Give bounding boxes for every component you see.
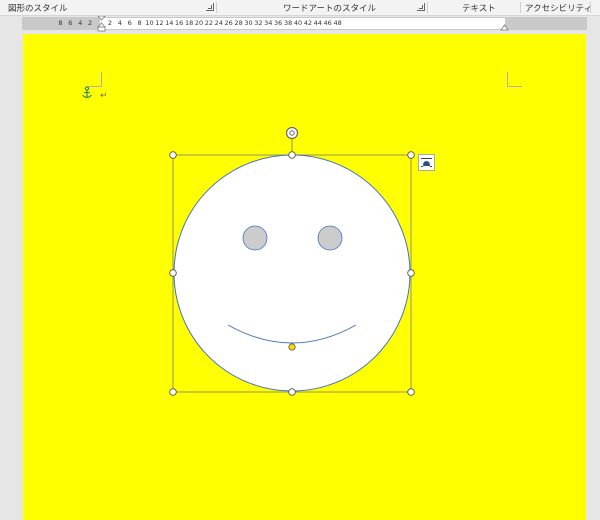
group-separator xyxy=(427,2,428,13)
resize-handle-left[interactable] xyxy=(169,269,177,277)
ruler-number: 18 xyxy=(184,19,194,27)
ruler-number: 6 xyxy=(127,19,132,27)
ruler-number: 30 xyxy=(244,19,253,27)
ruler-number: 26 xyxy=(224,19,233,27)
layout-options-button[interactable] xyxy=(418,154,435,171)
ruler-number: 28 xyxy=(234,19,243,27)
ruler-number: 14 xyxy=(165,19,174,27)
group-separator xyxy=(590,2,591,13)
wordart-styles-launcher-icon[interactable] xyxy=(417,3,425,11)
indent-marker-icon[interactable] xyxy=(97,16,106,32)
ruler-number: 20 xyxy=(194,19,204,27)
ruler-number: 34 xyxy=(264,19,273,27)
ruler-number: 12 xyxy=(155,19,164,27)
face-circle[interactable] xyxy=(173,154,411,392)
ruler-number: 6 xyxy=(68,19,73,27)
ruler-number: 10 xyxy=(145,19,154,27)
resize-handle-top-right[interactable] xyxy=(407,151,415,159)
ruler-number: 36 xyxy=(274,19,283,27)
ruler-right-margin xyxy=(505,18,586,29)
resize-handle-bottom-left[interactable] xyxy=(169,388,177,396)
ruler-number: 42 xyxy=(303,19,313,27)
ruler-number: 22 xyxy=(204,19,214,27)
resize-handle-right[interactable] xyxy=(407,269,415,277)
ruler-number: 44 xyxy=(313,19,322,27)
left-eye xyxy=(242,225,268,251)
ruler-number: 8 xyxy=(137,19,142,27)
resize-handle-bottom-right[interactable] xyxy=(407,388,415,396)
document-page[interactable]: ↵ xyxy=(23,34,586,520)
ruler-number: 38 xyxy=(283,19,293,27)
group-separator xyxy=(216,2,217,13)
adjust-handle[interactable] xyxy=(288,343,296,351)
resize-handle-top[interactable] xyxy=(288,151,296,159)
group-separator xyxy=(520,2,521,13)
ruler-number: 8 xyxy=(58,19,63,27)
ruler-number: 40 xyxy=(293,19,303,27)
ruler-number: 48 xyxy=(333,19,342,27)
ruler-number: 4 xyxy=(78,19,83,27)
ruler-number: 16 xyxy=(175,19,184,27)
smiley-face-shape[interactable] xyxy=(23,34,586,520)
horizontal-ruler[interactable]: 8 6 4 2 2 4 6 8 10 12 14 16 18 20 22 24 26 28 30 32 34 36 38 40… xyxy=(0,16,600,32)
group-label-text: テキスト xyxy=(462,4,496,14)
group-label-shape-styles: 図形のスタイル xyxy=(8,4,68,14)
ruler-number: 24 xyxy=(214,19,223,27)
right-eye xyxy=(317,225,343,251)
ruler-number: 46 xyxy=(323,19,332,27)
resize-handle-bottom[interactable] xyxy=(288,388,296,396)
group-label-accessibility: アクセシビリティ xyxy=(525,4,593,14)
ruler-number: 2 xyxy=(107,19,112,27)
ruler-number: 2 xyxy=(88,19,93,27)
resize-handle-top-left[interactable] xyxy=(169,151,177,159)
layout-options-icon xyxy=(421,158,432,167)
ribbon-group-labels: 図形のスタイル ワードアートのスタイル テキスト アクセシビリティ xyxy=(0,0,600,16)
ruler-number: 32 xyxy=(254,19,263,27)
right-indent-marker-icon[interactable] xyxy=(500,23,509,31)
shape-styles-launcher-icon[interactable] xyxy=(206,3,214,11)
group-label-wordart-styles: ワードアートのスタイル xyxy=(283,4,376,14)
rotate-handle-icon[interactable] xyxy=(285,126,299,140)
ruler-number: 4 xyxy=(117,19,122,27)
